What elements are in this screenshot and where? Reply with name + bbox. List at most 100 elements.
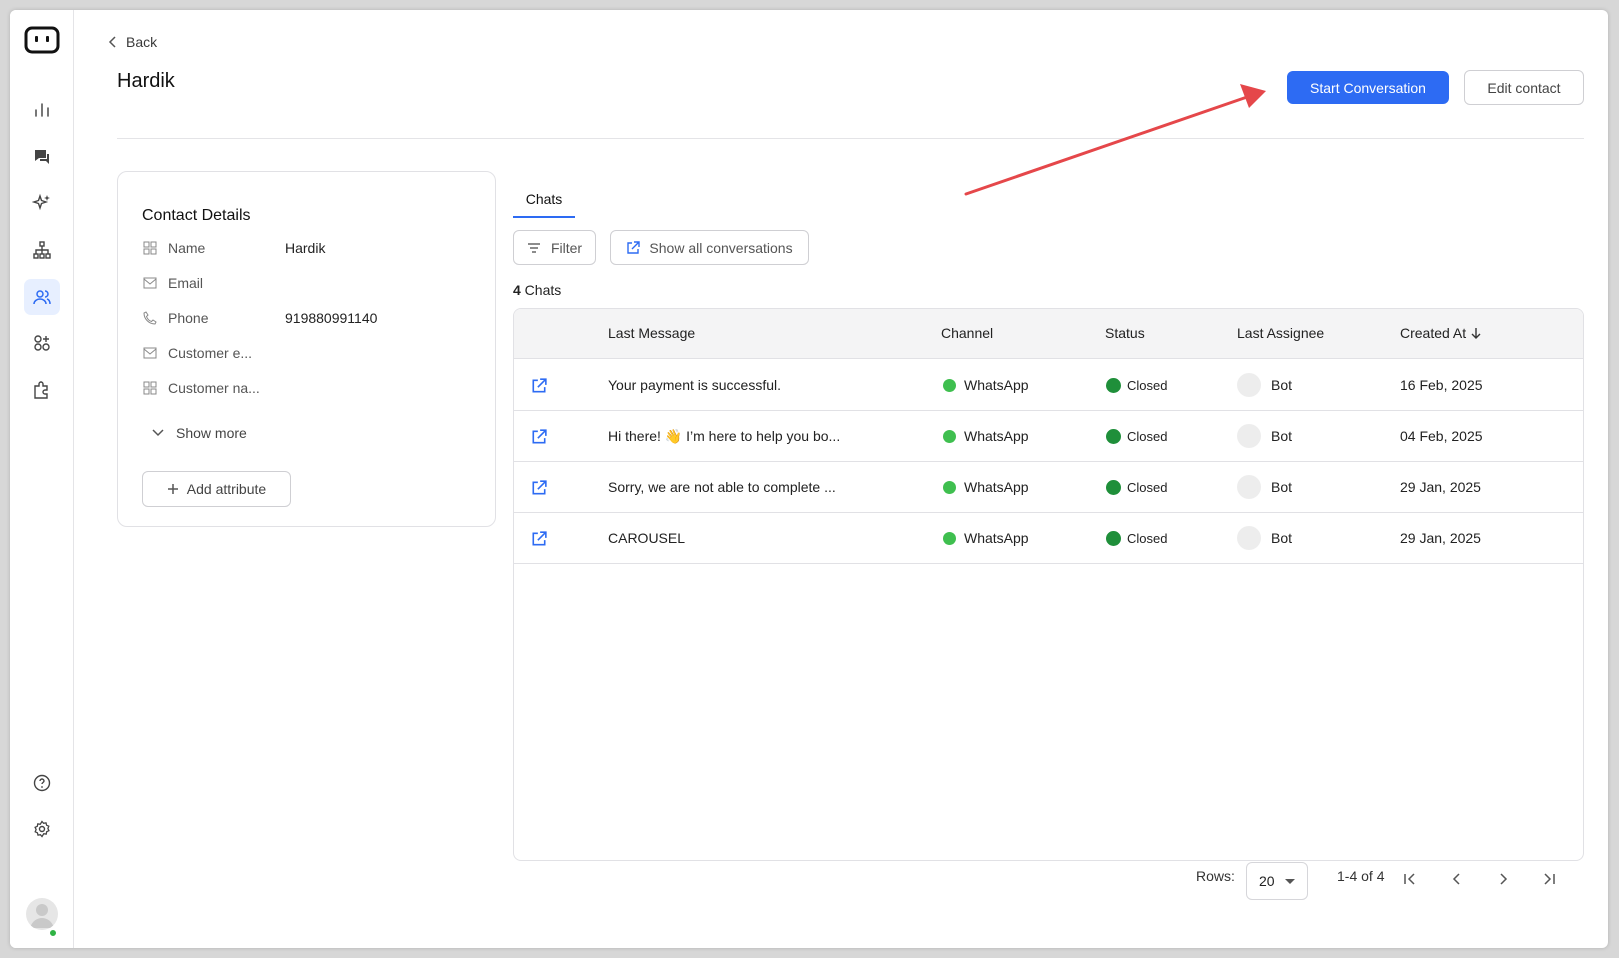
user-silhouette-icon — [30, 904, 54, 928]
bar-chart-icon — [35, 103, 49, 117]
channel-cell: WhatsApp — [943, 377, 1029, 393]
nav-flows[interactable] — [24, 232, 60, 268]
col-last-message[interactable]: Last Message — [608, 325, 695, 341]
back-link[interactable]: Back — [108, 34, 157, 50]
channel-label: WhatsApp — [964, 428, 1029, 444]
header-divider — [117, 138, 1584, 139]
nav-analytics[interactable] — [24, 92, 60, 128]
first-page-icon — [1404, 873, 1415, 885]
last-message: CAROUSEL — [608, 530, 686, 546]
bot-avatar-icon — [1237, 475, 1261, 499]
col-last-assignee[interactable]: Last Assignee — [1237, 325, 1324, 341]
assignee-cell: Bot — [1237, 424, 1292, 448]
last-page-button[interactable] — [1534, 864, 1564, 894]
nav-integrations[interactable] — [24, 372, 60, 408]
prev-page-button[interactable] — [1442, 864, 1472, 894]
app-logo[interactable] — [24, 26, 60, 54]
chevron-left-icon — [108, 36, 116, 48]
created-at: 04 Feb, 2025 — [1400, 428, 1483, 444]
attr-row-name: Name Hardik — [142, 238, 482, 258]
chat-count: 4 Chats — [513, 282, 561, 298]
created-at: 29 Jan, 2025 — [1400, 479, 1481, 495]
col-channel[interactable]: Channel — [941, 325, 993, 341]
start-conversation-button[interactable]: Start Conversation — [1287, 71, 1449, 104]
channel-label: WhatsApp — [964, 377, 1029, 393]
open-chat-icon[interactable] — [531, 429, 547, 445]
show-all-conversations-button[interactable]: Show all conversations — [610, 230, 809, 265]
assignee-label: Bot — [1271, 377, 1293, 393]
attr-row-phone: Phone 919880991140 — [142, 308, 482, 328]
filter-label: Filter — [550, 239, 583, 256]
attr-value: Hardik — [285, 240, 326, 256]
rows-per-page-select[interactable]: 20 — [1246, 862, 1308, 900]
check-circle-icon — [1106, 429, 1121, 444]
show-more-toggle[interactable]: Show more — [152, 425, 247, 441]
nav-help[interactable] — [24, 765, 60, 801]
page-range: 1-4 of 4 — [1337, 868, 1385, 884]
main-content: Back Hardik Start Conversation Edit cont… — [75, 10, 1608, 948]
table-row[interactable]: Sorry, we are not able to complete ... W… — [514, 462, 1583, 513]
user-avatar[interactable] — [26, 898, 58, 930]
status-label: Closed — [1127, 378, 1168, 393]
whatsapp-icon — [943, 379, 956, 392]
nav-ai[interactable] — [24, 185, 60, 221]
whatsapp-icon — [943, 532, 956, 545]
attr-row-customer-email: Customer e... — [142, 343, 482, 363]
contact-details-card: Contact Details Name Hardik Email Phone … — [117, 171, 496, 527]
assignee-cell: Bot — [1237, 526, 1292, 550]
help-circle-icon — [33, 774, 51, 792]
mail-icon — [142, 275, 158, 291]
attr-key: Email — [168, 275, 204, 291]
channel-label: WhatsApp — [964, 530, 1029, 546]
status-label: Closed — [1127, 531, 1168, 546]
bot-avatar-icon — [1237, 424, 1261, 448]
attr-key: Customer e... — [168, 345, 253, 361]
table-row[interactable]: Your payment is successful. WhatsApp Clo… — [514, 360, 1583, 411]
open-chat-icon[interactable] — [531, 531, 547, 547]
assignee-label: Bot — [1271, 479, 1293, 495]
table-row[interactable]: Hi there! 👋 I’m here to help you bo... W… — [514, 411, 1583, 462]
last-page-icon — [1544, 873, 1555, 885]
table-row[interactable]: CAROUSEL WhatsApp Closed Bot 29 Jan, 202… — [514, 513, 1583, 564]
nav-apps[interactable] — [24, 325, 60, 361]
first-page-button[interactable] — [1395, 864, 1425, 894]
nav-settings[interactable] — [24, 811, 60, 847]
edit-contact-button[interactable]: Edit contact — [1464, 70, 1584, 105]
chevron-right-icon — [1500, 873, 1508, 885]
whatsapp-icon — [943, 481, 956, 494]
chevron-left-icon — [1452, 873, 1460, 885]
sidebar — [10, 10, 74, 948]
status-cell: Closed — [1106, 428, 1167, 444]
caret-down-icon — [1285, 879, 1295, 884]
status-label: Closed — [1127, 429, 1168, 444]
chat-bubbles-icon — [35, 150, 49, 164]
grid-icon — [142, 380, 158, 396]
tab-chats[interactable]: Chats — [513, 182, 575, 218]
bot-avatar-icon — [1237, 373, 1261, 397]
add-attribute-button[interactable]: Add attribute — [142, 471, 291, 507]
chats-table: Last Message Channel Status Last Assigne… — [513, 308, 1584, 861]
show-more-label: Show more — [176, 425, 247, 441]
chat-count-number: 4 — [513, 282, 521, 298]
nav-contacts[interactable] — [24, 279, 60, 315]
col-created-at[interactable]: Created At — [1400, 325, 1481, 341]
attr-row-email: Email — [142, 273, 482, 293]
open-chat-icon[interactable] — [531, 480, 547, 496]
status-label: Closed — [1127, 480, 1168, 495]
attr-value[interactable]: 919880991140 — [285, 310, 377, 326]
open-external-icon — [627, 240, 641, 254]
filter-button[interactable]: Filter — [513, 230, 596, 265]
assignee-cell: Bot — [1237, 373, 1292, 397]
channel-cell: WhatsApp — [943, 530, 1029, 546]
puzzle-icon — [34, 381, 48, 399]
open-chat-icon[interactable] — [531, 378, 547, 394]
attr-key: Phone — [168, 310, 209, 326]
users-icon — [33, 290, 51, 305]
col-status[interactable]: Status — [1105, 325, 1145, 341]
sitemap-icon — [33, 241, 51, 259]
assignee-cell: Bot — [1237, 475, 1292, 499]
nav-conversations[interactable] — [24, 139, 60, 175]
bot-avatar-icon — [1237, 526, 1261, 550]
next-page-button[interactable] — [1488, 864, 1518, 894]
attr-key: Name — [168, 240, 206, 256]
